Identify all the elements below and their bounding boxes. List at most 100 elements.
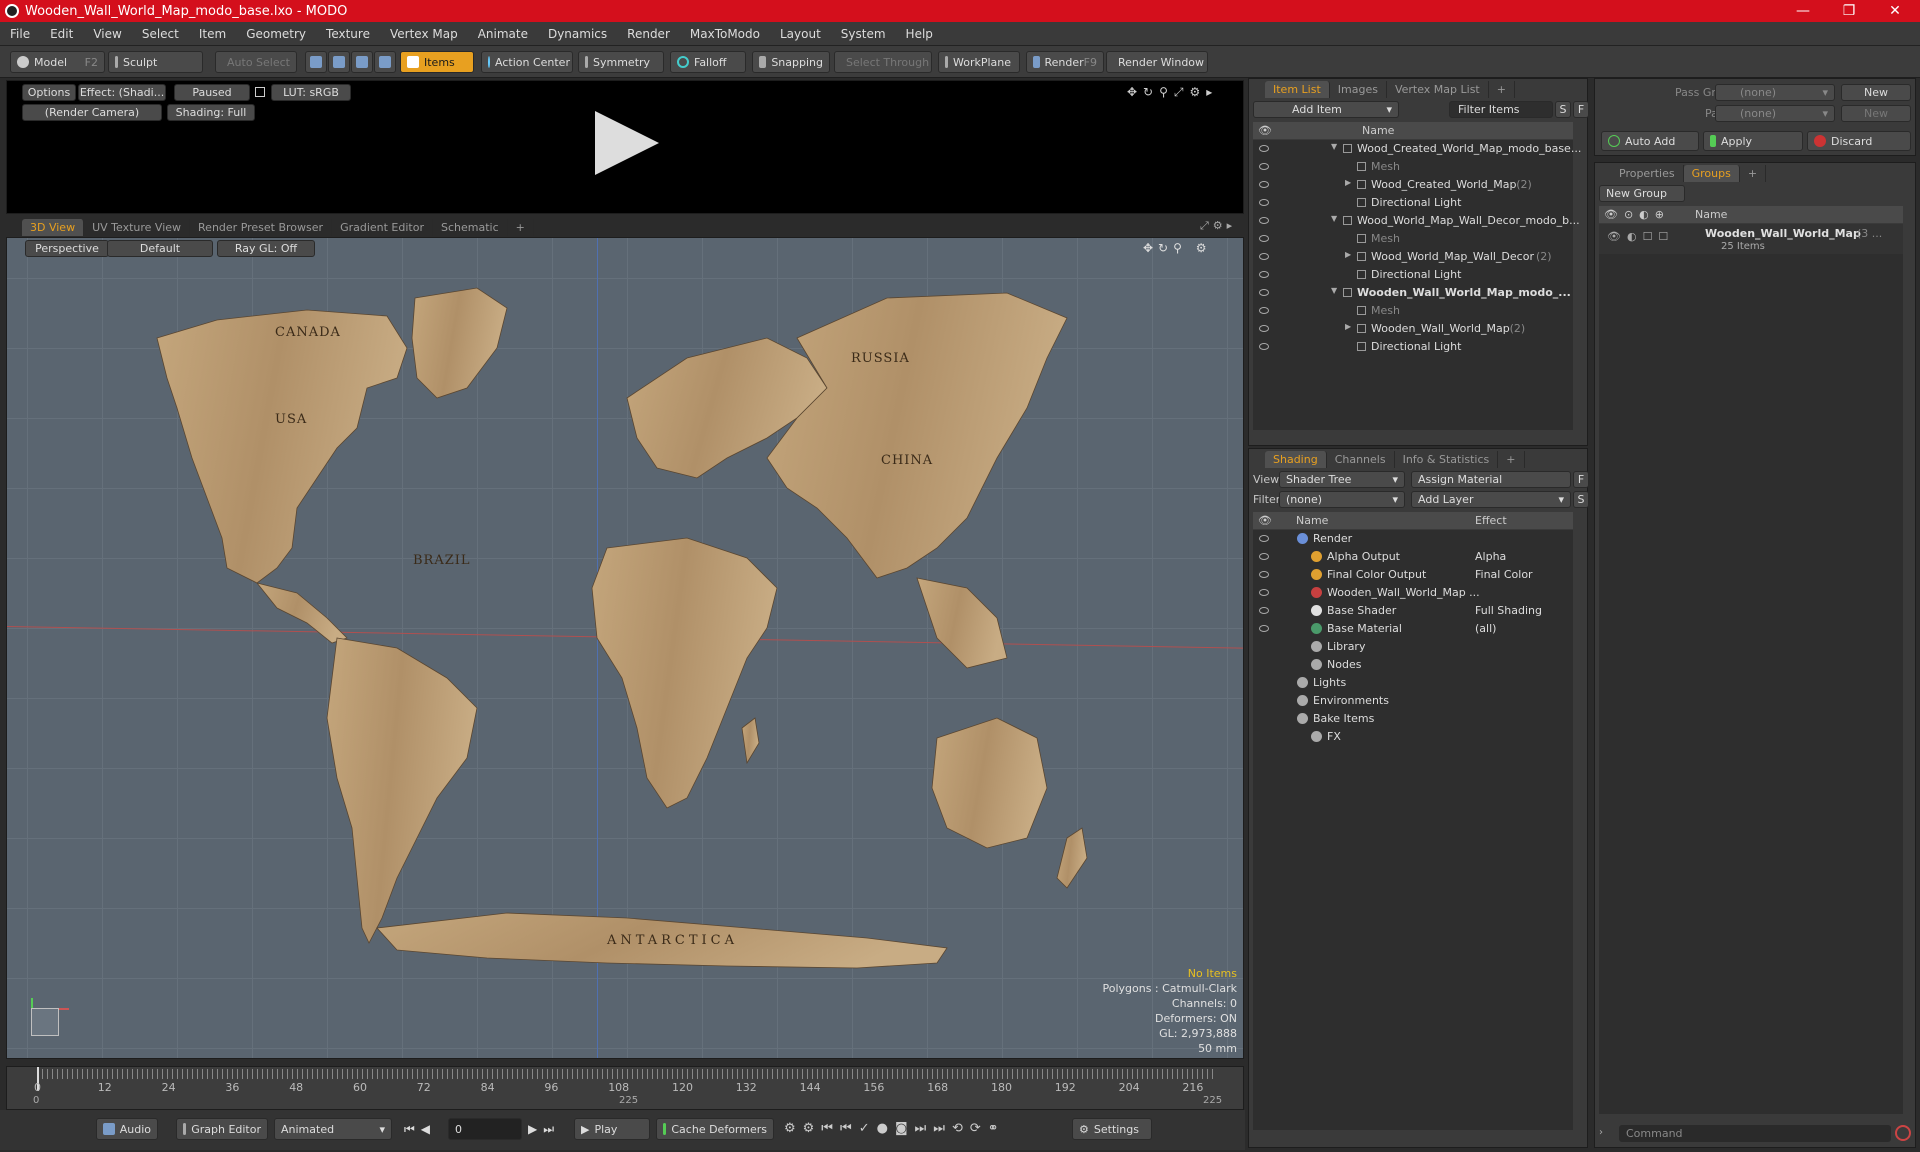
settings-button[interactable]: ⚙ Settings bbox=[1072, 1118, 1152, 1140]
expand-arrow-icon[interactable]: ▼ bbox=[1331, 214, 1337, 223]
action-center-button[interactable]: Action Center bbox=[481, 51, 573, 73]
shading-name-header[interactable]: Name bbox=[1296, 514, 1328, 527]
item-list-row[interactable]: ▶ Wood_World_Map_Wall_Decor (2) bbox=[1253, 248, 1573, 266]
item-list-tab-3[interactable]: + bbox=[1489, 81, 1515, 98]
groups-tab-2[interactable]: + bbox=[1740, 165, 1767, 182]
shader-effect-value[interactable]: Full Shading bbox=[1475, 604, 1542, 617]
new-pass-group-button[interactable]: New bbox=[1841, 84, 1911, 101]
group-row[interactable]: 👁◐☐☐ Wooden_Wall_World_Map (3 ... 25 Ite… bbox=[1599, 224, 1903, 254]
viewport-tab-3[interactable]: Gradient Editor bbox=[332, 219, 433, 236]
menu-system[interactable]: System bbox=[831, 27, 896, 41]
viewport-tab-1[interactable]: UV Texture View bbox=[84, 219, 191, 236]
visibility-eye-icon[interactable] bbox=[1259, 181, 1269, 188]
shader-tree-row[interactable]: Environments bbox=[1253, 692, 1573, 710]
menu-layout[interactable]: Layout bbox=[770, 27, 831, 41]
filter-items-input[interactable]: Filter Items bbox=[1449, 101, 1553, 118]
group-row-icons[interactable]: 👁◐☐☐ bbox=[1607, 230, 1674, 243]
menu-dynamics[interactable]: Dynamics bbox=[538, 27, 617, 41]
3d-viewport[interactable]: Perspective Default Ray GL: Off ✥↻⚲ ⚙ CA… bbox=[6, 237, 1244, 1059]
shader-effect-value[interactable]: Alpha bbox=[1475, 550, 1506, 563]
item-list-row[interactable]: ▼ Wood_World_Map_Wall_Decor_modo_b... bbox=[1253, 212, 1580, 230]
shader-visibility-icon[interactable] bbox=[1259, 607, 1269, 614]
item-list-tab-2[interactable]: Vertex Map List bbox=[1387, 81, 1489, 98]
expand-arrow-icon[interactable]: ▶ bbox=[1345, 178, 1351, 187]
viewport-tab-5[interactable]: + bbox=[508, 219, 534, 236]
effect-header[interactable]: Effect bbox=[1475, 514, 1507, 527]
menu-file[interactable]: File bbox=[0, 27, 40, 41]
groups-tab-1[interactable]: Groups bbox=[1683, 165, 1740, 182]
visibility-eye-icon[interactable] bbox=[1259, 307, 1269, 314]
model-mode-button[interactable]: Model F2 bbox=[10, 51, 105, 73]
menu-texture[interactable]: Texture bbox=[316, 27, 380, 41]
shading-s-button[interactable]: S bbox=[1573, 491, 1589, 508]
pass-groups-dropdown[interactable]: (none) ▾ bbox=[1715, 84, 1835, 101]
shader-effect-value[interactable]: Final Color bbox=[1475, 568, 1533, 581]
item-list-row[interactable]: ▶ Wooden_Wall_World_Map (2) bbox=[1253, 320, 1573, 338]
visibility-eye-icon[interactable] bbox=[1259, 217, 1269, 224]
render-window-button[interactable]: Render Window bbox=[1106, 51, 1208, 73]
shader-visibility-icon[interactable] bbox=[1259, 535, 1269, 542]
command-input[interactable]: Command bbox=[1619, 1125, 1891, 1142]
command-record-icon[interactable] bbox=[1895, 1125, 1911, 1141]
expand-arrow-icon[interactable]: ▼ bbox=[1331, 142, 1337, 151]
shader-tree-row[interactable]: Library bbox=[1253, 638, 1573, 656]
viewport-tab-2[interactable]: Render Preset Browser bbox=[190, 219, 333, 236]
vertex-select-button[interactable] bbox=[305, 51, 327, 73]
item-list-row[interactable]: Directional Light bbox=[1253, 266, 1573, 284]
shading-dropdown[interactable]: Shading: Full bbox=[167, 104, 255, 121]
falloff-button[interactable]: Falloff bbox=[670, 51, 746, 73]
menu-vertex-map[interactable]: Vertex Map bbox=[380, 27, 468, 41]
shading-filter-dropdown[interactable]: (none) ▾ bbox=[1279, 491, 1405, 508]
menu-geometry[interactable]: Geometry bbox=[236, 27, 316, 41]
visibility-eye-icon[interactable] bbox=[1259, 271, 1269, 278]
apply-button[interactable]: Apply bbox=[1703, 131, 1803, 151]
assign-material-button[interactable]: Assign Material bbox=[1411, 471, 1571, 488]
material-select-button[interactable] bbox=[374, 51, 396, 73]
item-list-row[interactable]: ▼ Wooden_Wall_World_Map_modo_... bbox=[1253, 284, 1573, 302]
cache-deformers-button[interactable]: Cache Deformers bbox=[656, 1118, 774, 1140]
shader-tree-row[interactable]: FX bbox=[1253, 728, 1573, 746]
shading-tab-3[interactable]: + bbox=[1498, 451, 1525, 468]
item-list-row[interactable]: Mesh bbox=[1253, 158, 1573, 176]
visibility-eye-icon[interactable] bbox=[1259, 325, 1269, 332]
shading-tab-1[interactable]: Channels bbox=[1327, 451, 1395, 468]
shader-visibility-icon[interactable] bbox=[1259, 625, 1269, 632]
shader-tree-row[interactable]: Alpha Output Alpha bbox=[1253, 548, 1573, 566]
item-list-tab-0[interactable]: Item List bbox=[1265, 81, 1330, 98]
new-group-button[interactable]: New Group bbox=[1599, 185, 1685, 202]
items-mode-button[interactable]: Items bbox=[400, 51, 474, 73]
item-list-row[interactable]: ▶ Wood_Created_World_Map (2) bbox=[1253, 176, 1573, 194]
workplane-button[interactable]: WorkPlane bbox=[938, 51, 1020, 73]
auto-add-button[interactable]: Auto Add bbox=[1601, 131, 1699, 151]
shader-tree-row[interactable]: Wooden_Wall_World_Map ... bbox=[1253, 584, 1573, 602]
render-camera-dropdown[interactable]: (Render Camera) bbox=[22, 104, 162, 121]
name-column-header[interactable]: Name bbox=[1362, 124, 1394, 137]
menu-view[interactable]: View bbox=[83, 27, 131, 41]
skip-back-icons[interactable]: ⏮◀ bbox=[404, 1122, 436, 1137]
new-pass-button[interactable]: New bbox=[1841, 105, 1911, 122]
preview-nav-icons[interactable]: ✥↻⚲⤢⚙▸ bbox=[1127, 85, 1218, 100]
animated-dropdown[interactable]: Animated ▾ bbox=[274, 1118, 392, 1140]
minimize-button[interactable]: — bbox=[1780, 0, 1826, 22]
item-list-row[interactable]: Mesh bbox=[1253, 302, 1573, 320]
filter-s-button[interactable]: S bbox=[1555, 101, 1571, 118]
shading-tab-0[interactable]: Shading bbox=[1265, 451, 1327, 468]
expand-arrow-icon[interactable]: ▼ bbox=[1331, 286, 1337, 295]
snapping-button[interactable]: Snapping bbox=[752, 51, 830, 73]
shader-tree-row[interactable]: Lights bbox=[1253, 674, 1573, 692]
discard-button[interactable]: Discard bbox=[1807, 131, 1911, 151]
visibility-eye-icon[interactable] bbox=[1259, 163, 1269, 170]
visibility-eye-icon[interactable] bbox=[1259, 145, 1269, 152]
key-tools-icons[interactable]: ⚙⚙⏮⏮✓●◙⏭⏭⟲⟳⚭ bbox=[784, 1121, 1006, 1136]
shader-tree-row[interactable]: Base Shader Full Shading bbox=[1253, 602, 1573, 620]
shader-tree-row[interactable]: Base Material (all) bbox=[1253, 620, 1573, 638]
lock-icon[interactable] bbox=[255, 87, 265, 97]
visibility-eye-icon[interactable] bbox=[1259, 343, 1269, 350]
menu-help[interactable]: Help bbox=[896, 27, 943, 41]
add-layer-dropdown[interactable]: Add Layer ▾ bbox=[1411, 491, 1571, 508]
groups-name-header[interactable]: Name bbox=[1695, 208, 1727, 221]
item-list-row[interactable]: Mesh bbox=[1253, 230, 1573, 248]
shader-tree-row[interactable]: Bake Items bbox=[1253, 710, 1573, 728]
play-button[interactable]: ▶ Play bbox=[574, 1118, 650, 1140]
menu-edit[interactable]: Edit bbox=[40, 27, 83, 41]
